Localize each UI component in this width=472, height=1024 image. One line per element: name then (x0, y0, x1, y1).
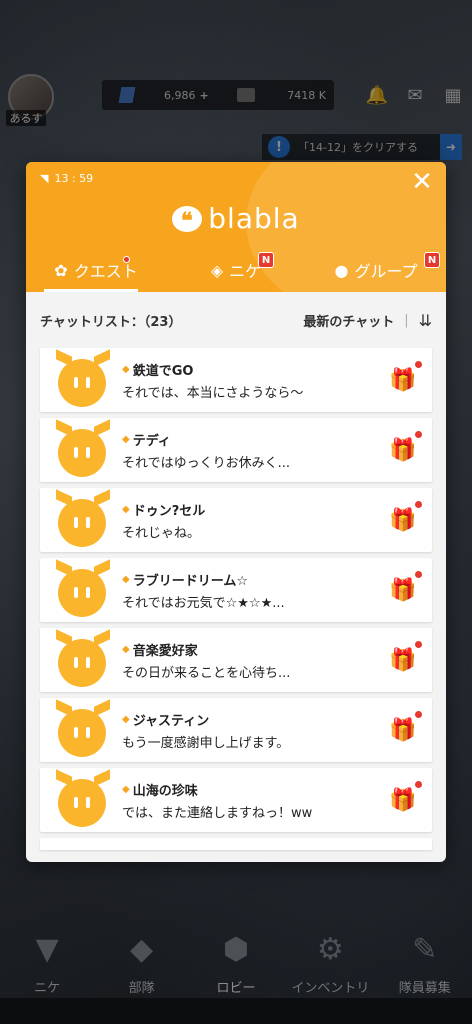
chat-avatar (54, 769, 110, 827)
quote-icon: ❝ (172, 205, 203, 234)
close-button[interactable]: ✕ (410, 169, 434, 195)
chat-message: それではお元気で☆★☆★... (122, 595, 285, 611)
chat-avatar (54, 419, 110, 477)
chat-list: ◆ 鉄道でGO それでは、本当にさようなら～ 🎁 ◆ テディ それではゆっくりお休み… (26, 348, 446, 850)
diamond-icon: ◆ (122, 783, 130, 795)
diamond-icon: ◆ (122, 573, 130, 585)
separator: | (404, 312, 409, 328)
diamond-icon: ◆ (122, 713, 130, 725)
chat-count: チャットリスト：（23） (40, 314, 182, 330)
chat-message: では、また連絡しますねっ！ww (122, 805, 313, 821)
chat-name-text: 山海の珍味 (132, 783, 198, 799)
chat-avatar (54, 349, 110, 407)
chat-item[interactable]: ◆ 鉄道でGO それでは、本当にさようなら～ 🎁 (40, 348, 432, 412)
notification-dot (415, 361, 422, 368)
chat-name: ◆ 山海の珍味 (122, 780, 388, 799)
chat-avatar (54, 489, 110, 547)
chat-name-text: ラブリードリーム☆ (132, 573, 248, 589)
tab-group[interactable]: ● グループ N (306, 248, 446, 292)
diamond-icon: ◆ (122, 363, 130, 375)
list-header: チャットリスト：（23） 最新のチャット | ⇊ (26, 292, 446, 348)
chat-name-text: ドゥン?セル (132, 503, 206, 519)
gift-icon[interactable]: 🎁 (388, 781, 422, 815)
notification-dot (415, 571, 422, 578)
chat-avatar (54, 559, 110, 617)
chat-message: それじゃね。 (122, 525, 201, 541)
gift-icon[interactable]: 🎁 (388, 711, 422, 745)
gift-icon[interactable]: 🎁 (388, 641, 422, 675)
diamond-icon: ◆ (122, 503, 130, 515)
tab-nikke[interactable]: ◈ ニケ N (166, 248, 306, 292)
chat-avatar (54, 629, 110, 687)
app-logo: ❝ blabla (26, 202, 446, 235)
wifi-icon: ◥ (40, 172, 49, 185)
chat-name-text: ジャスティン (132, 713, 210, 729)
chat-name-text: テディ (132, 433, 171, 449)
chat-message: それでは、本当にさようなら～ (122, 385, 304, 401)
tab-label: ニケ (229, 262, 262, 281)
gift-icon[interactable]: 🎁 (388, 431, 422, 465)
chat-name: ◆ テディ (122, 430, 388, 449)
chat-name: ◆ ジャスティン (122, 710, 388, 729)
gift-icon[interactable]: 🎁 (388, 501, 422, 535)
modal-header: ◥ 13 : 59 ✕ ❝ blabla ✿ クエスト ◈ ニケ N ● グルー… (26, 162, 446, 292)
chat-item[interactable]: ◆ ドゥン?セル それじゃね。 🎁 (40, 488, 432, 552)
chat-message: もう一度感謝申し上げます。 (122, 735, 290, 751)
gift-icon[interactable]: 🎁 (388, 571, 422, 605)
blabla-modal: ◥ 13 : 59 ✕ ❝ blabla ✿ クエスト ◈ ニケ N ● グルー… (26, 162, 446, 862)
chat-name: ◆ ドゥン?セル (122, 500, 388, 519)
notification-dot (415, 781, 422, 788)
notification-dot (415, 641, 422, 648)
chat-message: それではゆっくりお休みく... (122, 455, 291, 471)
chat-name-text: 音楽愛好家 (132, 643, 198, 659)
status-bar: ◥ 13 : 59 (40, 172, 93, 185)
chat-name: ◆ 鉄道でGO (122, 360, 388, 379)
notification-dot (415, 501, 422, 508)
chat-item[interactable]: ◆ ラブリードリーム☆ それではお元気で☆★☆★... 🎁 (40, 558, 432, 622)
group-icon: ● (334, 260, 349, 280)
chat-item[interactable]: ◆ 音楽愛好家 その日が来ることを心待ち... 🎁 (40, 628, 432, 692)
chat-item[interactable]: ◆ 山海の珍味 では、また連絡しますねっ！ww 🎁 (40, 768, 432, 832)
gift-icon[interactable]: 🎁 (388, 361, 422, 395)
quest-icon: ✿ (54, 260, 68, 280)
new-badge: N (424, 252, 440, 268)
chat-item[interactable]: ◆ ジャスティン もう一度感謝申し上げます。 🎁 (40, 698, 432, 762)
tab-label: グループ (354, 262, 418, 281)
chat-avatar (54, 699, 110, 757)
diamond-icon: ◆ (122, 433, 130, 445)
diamond-icon: ◆ (122, 643, 130, 655)
tab-bar: ✿ クエスト ◈ ニケ N ● グループ N (26, 248, 446, 292)
chat-item-partial[interactable] (40, 838, 432, 850)
notification-dot (123, 256, 130, 263)
logo-text: blabla (208, 202, 300, 235)
chat-item[interactable]: ◆ テディ それではゆっくりお休みく... 🎁 (40, 418, 432, 482)
status-time: 13 : 59 (54, 172, 94, 185)
chat-message: その日が来ることを心待ち... (122, 665, 291, 681)
nikke-icon: ◈ (210, 260, 224, 280)
chat-name-text: 鉄道でGO (132, 363, 194, 379)
chat-name: ◆ ラブリードリーム☆ (122, 570, 388, 589)
sort-label[interactable]: 最新のチャット (303, 311, 394, 330)
notification-dot (415, 711, 422, 718)
chat-name: ◆ 音楽愛好家 (122, 640, 388, 659)
sort-order-icon[interactable]: ⇊ (419, 311, 432, 330)
tab-quest[interactable]: ✿ クエスト (26, 248, 166, 292)
new-badge: N (258, 252, 274, 268)
notification-dot (415, 431, 422, 438)
